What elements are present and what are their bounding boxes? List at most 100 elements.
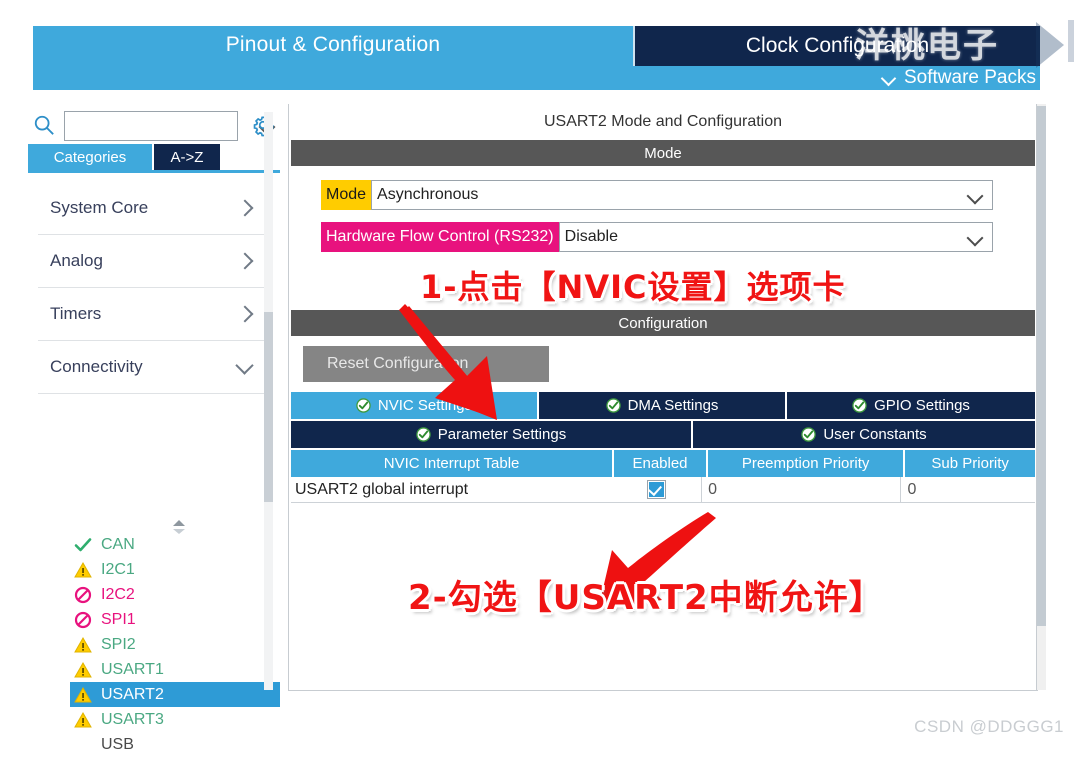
check-icon <box>647 481 662 497</box>
chevron-down-icon <box>232 355 256 379</box>
mode-section-header: Mode <box>291 140 1035 166</box>
category-label: Timers <box>50 304 102 323</box>
tab-clock-label: Clock Configuration <box>745 34 930 57</box>
chevron-down-icon <box>882 71 896 85</box>
mode-select-value: Asynchronous <box>377 186 479 203</box>
peripheral-sidebar: Categories A->Z System Core Analog Timer… <box>28 100 280 753</box>
reset-configuration-label: Reset Configuration <box>327 355 469 372</box>
peripheral-item-spi1[interactable]: SPI1 <box>70 607 280 632</box>
tab-nvic-settings[interactable]: NVIC Settings <box>291 392 537 419</box>
peripheral-item-usart1[interactable]: USART1 <box>70 657 280 682</box>
sidebar-search-row <box>28 108 280 142</box>
disabled-icon <box>74 586 92 603</box>
column-header-interrupt-table: NVIC Interrupt Table <box>291 450 615 477</box>
tab-categories[interactable]: Categories <box>28 144 152 170</box>
category-label: Connectivity <box>50 357 143 376</box>
column-header-sub-priority: Sub Priority <box>905 450 1035 477</box>
chevron-down-icon <box>964 184 986 206</box>
category-item-timers[interactable]: Timers <box>38 288 270 341</box>
tab-dma-settings[interactable]: DMA Settings <box>539 392 785 419</box>
sidebar-tab-bar: Categories A->Z <box>28 144 280 173</box>
check-circle-icon <box>605 398 621 413</box>
nvic-interrupt-table: NVIC Interrupt Table Enabled Preemption … <box>291 450 1036 503</box>
tab-gpio-settings[interactable]: GPIO Settings <box>787 392 1035 419</box>
mode-field-label: Mode <box>321 180 372 210</box>
peripheral-item-i2c2[interactable]: I2C2 <box>70 582 280 607</box>
sidebar-scrollbar-thumb[interactable] <box>264 312 273 502</box>
chevron-right-icon <box>232 249 256 273</box>
check-circle-icon <box>356 398 371 413</box>
chevron-down-icon <box>964 226 986 248</box>
peripheral-item-can[interactable]: CAN <box>70 532 280 557</box>
peripheral-item-usart3[interactable]: USART3 <box>70 707 280 732</box>
mode-field-row: Mode Asynchronous <box>321 180 1037 210</box>
check-circle-icon <box>801 427 817 442</box>
reset-area: Reset Configuration <box>289 336 1037 392</box>
check-icon <box>74 537 92 551</box>
warning-icon <box>74 686 92 702</box>
tab-gpio-settings-label: GPIO Settings <box>874 397 970 414</box>
preemption-priority-cell[interactable]: 0 <box>702 477 902 503</box>
software-packs-button[interactable]: Software Packs <box>882 66 1036 90</box>
search-input[interactable] <box>65 114 254 138</box>
warning-icon <box>74 561 92 577</box>
mode-select[interactable]: Asynchronous <box>371 180 993 210</box>
check-circle-icon <box>416 427 431 442</box>
category-item-connectivity[interactable]: Connectivity <box>38 341 270 394</box>
hardware-flow-control-label: Hardware Flow Control (RS232) <box>321 222 559 252</box>
warning-icon <box>74 636 92 652</box>
column-header-enabled: Enabled <box>614 450 708 477</box>
sub-priority-cell[interactable]: 0 <box>901 477 1036 503</box>
table-header-row: NVIC Interrupt Table Enabled Preemption … <box>291 450 1035 477</box>
tab-parameter-settings[interactable]: Parameter Settings <box>291 421 691 448</box>
configuration-tab-row-2: Parameter Settings User Constants <box>291 421 1035 448</box>
tab-nvic-settings-label: NVIC Settings <box>377 397 473 414</box>
footer-watermark: CSDN @DDGGG1 <box>914 717 1064 736</box>
interrupt-name-cell: USART2 global interrupt <box>291 477 611 503</box>
peripheral-item-usart2[interactable]: USART2 <box>70 682 280 707</box>
tab-clock-configuration[interactable]: Clock Configuration <box>635 26 1040 66</box>
peripheral-item-i2c1[interactable]: I2C1 <box>70 557 280 582</box>
sidebar-scrollbar[interactable] <box>264 112 273 690</box>
panel-scrollbar-thumb[interactable] <box>1037 106 1046 626</box>
category-item-analog[interactable]: Analog <box>38 235 270 288</box>
peripheral-label: USART1 <box>101 660 164 678</box>
tab-pinout-label: Pinout & Configuration <box>225 33 441 56</box>
mode-section-body: Mode Asynchronous Hardware Flow Control … <box>289 166 1037 276</box>
configuration-tabs: NVIC Settings DMA Settings GPIO Settings <box>291 392 1035 448</box>
category-list: System Core Analog Timers Connectivity <box>38 182 270 394</box>
page-title: USART2 Mode and Configuration <box>289 104 1037 140</box>
peripheral-label: CAN <box>101 535 135 553</box>
category-label: System Core <box>50 198 149 217</box>
configuration-section-header: Configuration <box>291 310 1035 336</box>
search-combobox[interactable] <box>64 111 254 141</box>
peripheral-label: SPI1 <box>101 610 136 628</box>
tab-dma-settings-label: DMA Settings <box>627 397 719 414</box>
check-circle-icon <box>852 398 867 413</box>
tab-pinout-configuration[interactable]: Pinout & Configuration <box>33 26 633 64</box>
software-packs-label: Software Packs <box>904 67 1036 88</box>
disabled-icon <box>74 611 92 628</box>
panel-scrollbar[interactable] <box>1036 104 1046 690</box>
search-icon[interactable] <box>33 114 55 136</box>
tab-user-constants[interactable]: User Constants <box>693 421 1035 448</box>
tab-a-to-z[interactable]: A->Z <box>154 144 220 170</box>
tab-user-constants-label: User Constants <box>823 426 927 443</box>
tab-parameter-settings-label: Parameter Settings <box>437 426 567 443</box>
peripheral-label: USART3 <box>101 710 164 728</box>
enabled-checkbox[interactable] <box>646 480 666 499</box>
enabled-cell[interactable] <box>610 477 703 503</box>
hardware-flow-control-value: Disable <box>564 228 618 245</box>
configuration-tab-row-1: NVIC Settings DMA Settings GPIO Settings <box>291 392 1035 419</box>
reset-configuration-button[interactable]: Reset Configuration <box>303 346 549 382</box>
peripheral-item-spi2[interactable]: SPI2 <box>70 632 280 657</box>
panel-spacer <box>289 276 1037 310</box>
hardware-flow-control-select[interactable]: Disable <box>558 222 993 252</box>
table-row[interactable]: USART2 global interrupt 0 0 <box>291 477 1036 503</box>
peripheral-label: I2C1 <box>101 560 135 578</box>
peripheral-list: CAN I2C1 I2C2 SPI1 SPI2 USART1 USART2 US… <box>70 532 280 757</box>
category-item-system-core[interactable]: System Core <box>38 182 270 235</box>
chevron-right-icon <box>232 302 256 326</box>
category-label: Analog <box>50 251 103 270</box>
peripheral-label: USART2 <box>101 685 164 703</box>
